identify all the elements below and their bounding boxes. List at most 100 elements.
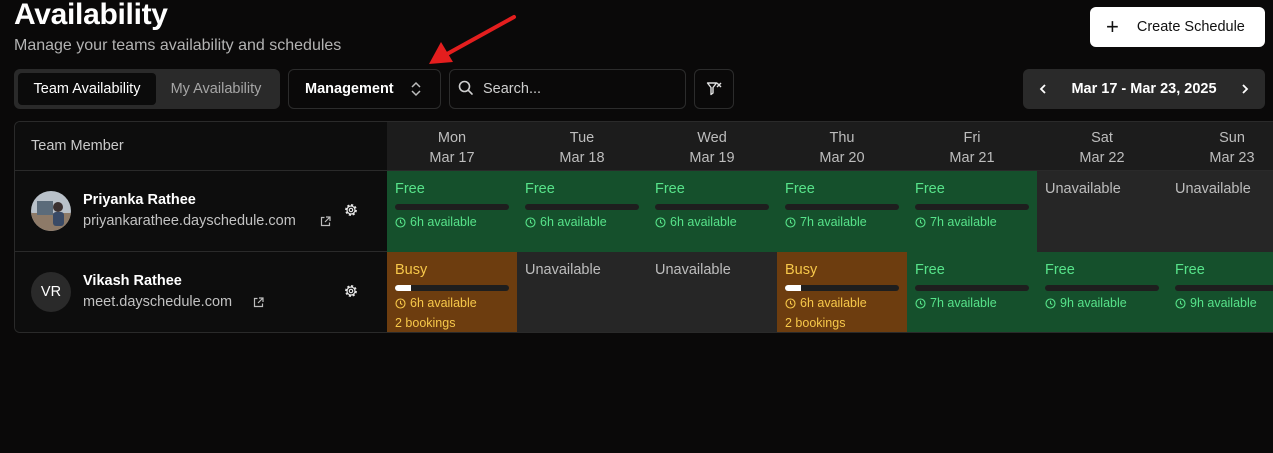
day-of-week: Wed [697,130,727,146]
plus-icon: + [1106,14,1119,39]
cell-status: Unavailable [1045,181,1121,197]
cell-status: Unavailable [655,262,731,278]
availability-cell-busy[interactable]: Busy 6h available 2 bookings [387,252,517,332]
gear-icon[interactable] [343,283,359,299]
availability-cell-free[interactable]: Free 9h available [1167,252,1273,332]
cell-status: Free [525,181,555,197]
available-hours-text: 9h available [1060,296,1127,310]
clock-icon [395,297,406,309]
column-header-team-member: Team Member [15,122,387,171]
availability-cell-free[interactable]: Free 6h available [647,171,777,252]
external-link-icon[interactable] [253,297,264,308]
cell-status: Free [1045,262,1075,278]
available-hours-text: 6h available [670,215,737,229]
available-hours-text: 6h available [800,296,867,310]
cell-status: Unavailable [525,262,601,278]
date-range-label: Mar 17 - Mar 23, 2025 [1071,81,1217,97]
booked-progress-fill [785,285,801,291]
member-row: VR Vikash Rathee meet.dayschedule.com [15,252,387,332]
booked-progress-bar [915,285,1029,291]
cell-status: Busy [785,262,818,278]
booked-progress-bar [655,204,769,210]
available-hours: 9h available [1045,296,1159,310]
day-header: Tue Mar 18 [517,122,647,171]
availability-cell-free[interactable]: Free 7h available [907,171,1037,252]
day-date: Mar 19 [689,150,735,166]
availability-cell-unavailable[interactable]: Unavailable [517,252,647,332]
booked-progress-bar [395,204,509,210]
available-hours: 9h available [1175,296,1273,310]
availability-cell-unavailable[interactable]: Unavailable [1037,171,1167,252]
clear-filter-button[interactable] [694,69,734,109]
date-range-nav: Mar 17 - Mar 23, 2025 [1023,69,1265,109]
day-header: Thu Mar 20 [777,122,907,171]
booked-progress-bar [915,204,1029,210]
day-of-week: Sun [1219,130,1245,146]
day-of-week: Thu [829,130,855,146]
cell-status: Free [915,262,945,278]
clock-icon [915,297,926,309]
day-of-week: Sat [1091,130,1113,146]
cell-status: Free [915,181,945,197]
availability-cell-busy[interactable]: Busy 6h available 2 bookings [777,252,907,332]
booked-progress-bar [1175,285,1273,291]
chevron-left-icon[interactable] [1037,83,1049,95]
day-header: Sun Mar 23 [1167,122,1273,171]
day-of-week: Fri [963,130,981,146]
availability-cell-unavailable[interactable]: Unavailable [647,252,777,332]
clock-icon [1045,297,1056,309]
chevrons-up-down-icon [411,81,421,97]
booked-progress-fill [395,285,411,291]
clock-icon [525,216,536,228]
external-link-icon[interactable] [320,216,331,227]
available-hours: 7h available [915,215,1029,229]
member-booking-link[interactable]: priyankarathee.dayschedule.com [83,213,296,229]
clock-icon [395,216,406,228]
day-date: Mar 18 [559,150,605,166]
cell-status: Busy [395,262,428,278]
search-input[interactable] [449,69,686,109]
availability-cell-free[interactable]: Free 6h available [387,171,517,252]
gear-icon[interactable] [343,202,359,218]
available-hours-text: 7h available [930,296,997,310]
annotation-arrow-icon [429,15,516,64]
day-date: Mar 17 [429,150,475,166]
availability-cell-free[interactable]: Free 7h available [907,252,1037,332]
cell-status: Free [655,181,685,197]
day-date: Mar 21 [949,150,995,166]
available-hours-text: 6h available [540,215,607,229]
tab-my-availability[interactable]: My Availability [156,73,276,105]
chevron-right-icon[interactable] [1239,83,1251,95]
availability-cell-free[interactable]: Free 9h available [1037,252,1167,332]
clock-icon [785,216,796,228]
availability-cell-free[interactable]: Free 7h available [777,171,907,252]
day-date: Mar 22 [1079,150,1125,166]
cell-status: Free [395,181,425,197]
available-hours: 6h available [395,296,509,310]
tab-team-availability[interactable]: Team Availability [18,73,156,105]
clock-icon [1175,297,1186,309]
booked-progress-bar [785,285,899,291]
avatar-photo-icon [31,191,71,231]
cell-status: Free [1175,262,1205,278]
available-hours: 6h available [395,215,509,229]
view-toggle: Team Availability My Availability [14,69,280,109]
clock-icon [915,216,926,228]
availability-cell-free[interactable]: Free 6h available [517,171,647,252]
booked-progress-bar [525,204,639,210]
day-header: Sat Mar 22 [1037,122,1167,171]
available-hours-text: 6h available [410,215,477,229]
page-subtitle: Manage your teams availability and sched… [14,37,342,54]
bookings-count: 2 bookings [785,316,846,330]
available-hours: 6h available [655,215,769,229]
available-hours: 7h available [785,215,899,229]
availability-cell-unavailable[interactable]: Unavailable [1167,171,1273,252]
day-date: Mar 20 [819,150,865,166]
clock-icon [655,216,666,228]
booked-progress-bar [1045,285,1159,291]
create-schedule-button[interactable]: + Create Schedule [1090,7,1265,47]
day-header: Fri Mar 21 [907,122,1037,171]
department-select[interactable]: Management [288,69,441,109]
member-booking-link[interactable]: meet.dayschedule.com [83,294,232,310]
avatar [31,191,71,231]
